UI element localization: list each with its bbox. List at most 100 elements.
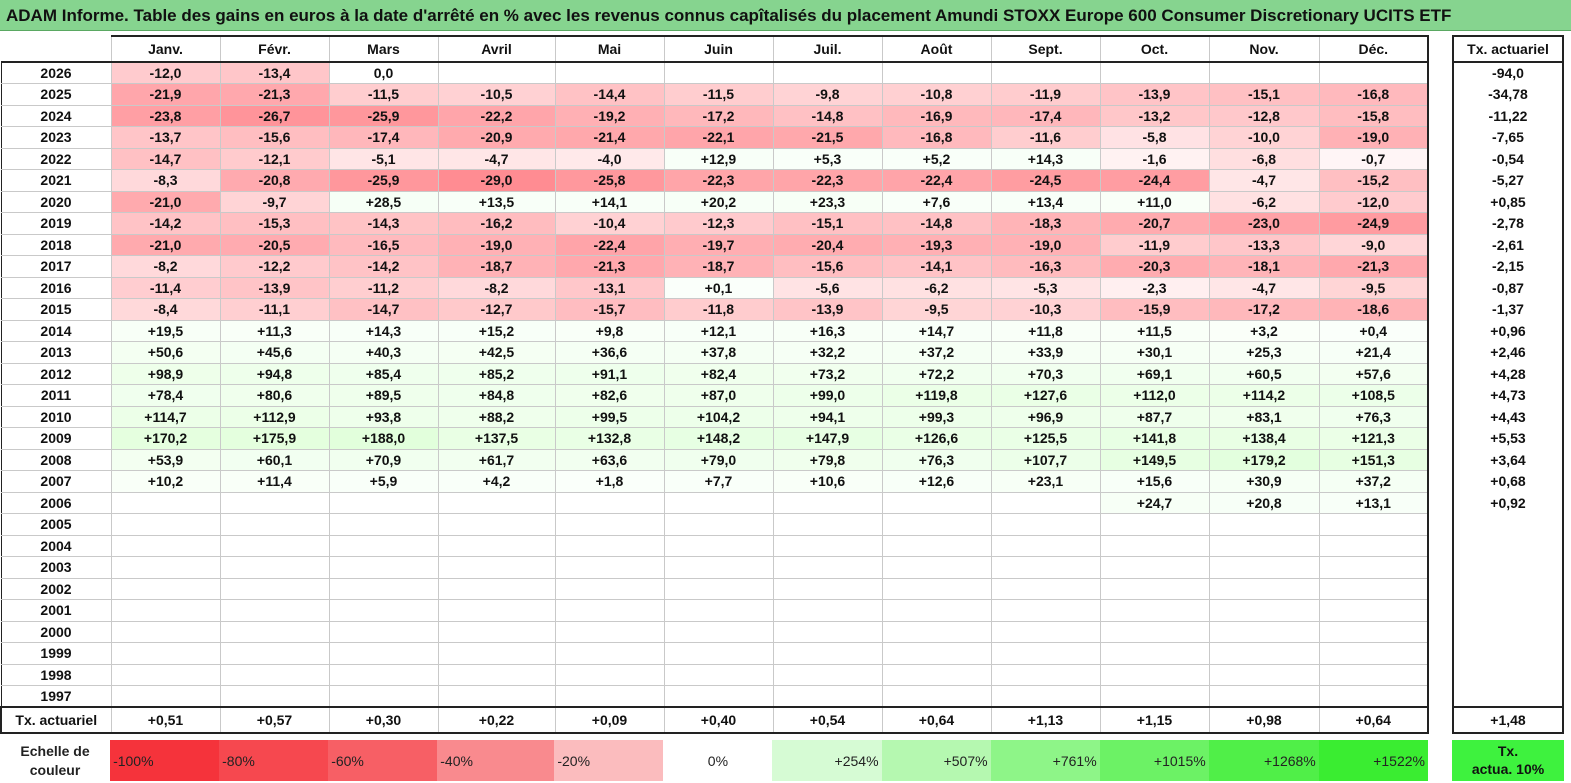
gain-cell: -15,7 — [554, 298, 665, 321]
month-header: Mars — [328, 35, 439, 63]
gain-cell — [328, 556, 439, 579]
gain-cell — [1208, 599, 1320, 622]
table-row: 2026 -12,0 -13,4 0,0 — [0, 62, 1429, 84]
color-scale-swatch: +1015% — [1099, 740, 1209, 781]
gain-cell — [772, 621, 883, 643]
gain-cell — [772, 62, 883, 84]
year-label: 2018 — [0, 234, 112, 256]
table-row: 2017 -8,2 -12,2 -14,2 -18,7 -21,3 -18,7 -15,6 -1… — [0, 255, 1429, 278]
annual-rate-row: +5,53 — [1452, 427, 1564, 449]
gain-cell: -21,3 — [554, 255, 665, 278]
gain-cell: -22,3 — [663, 169, 774, 192]
annual-rate-row — [1452, 535, 1564, 557]
gain-cell — [1318, 664, 1429, 686]
gain-cell — [437, 513, 556, 536]
gain-cell: -11,5 — [663, 83, 774, 106]
gain-cell: +147,9 — [772, 427, 883, 450]
year-label: 2023 — [0, 126, 112, 149]
gain-cell: -4,7 — [1208, 169, 1320, 192]
annual-rate-cell: +0,96 — [1452, 320, 1564, 342]
gain-cell: -21,0 — [110, 191, 221, 213]
gain-cell: +7,6 — [881, 191, 992, 213]
annual-rate-cell: +0,85 — [1452, 191, 1564, 213]
gain-cell: +82,4 — [663, 363, 774, 385]
table-row: 2025 -21,9 -21,3 -11,5 -10,5 -14,4 -11,5 -9,8 -1… — [0, 83, 1429, 106]
gain-cell: -23,8 — [110, 105, 221, 127]
month-header: Nov. — [1208, 35, 1320, 63]
table-row: 2009 +170,2 +175,9 +188,0 +137,5 +132,8 +148,2… — [0, 427, 1429, 450]
gain-cell: +16,3 — [772, 320, 883, 342]
annual-rate-key-line1: Tx. — [1497, 743, 1519, 759]
gain-cell: +14,1 — [554, 191, 665, 213]
gain-cell: -13,4 — [219, 62, 330, 84]
year-label: 2006 — [0, 492, 112, 514]
gain-cell — [219, 621, 330, 643]
table-row: 2004 — [0, 535, 1429, 557]
gain-cell — [881, 621, 992, 643]
gain-cell: +76,3 — [881, 449, 992, 471]
gain-cell: -5,1 — [328, 148, 439, 170]
gain-cell: -19,2 — [554, 105, 665, 127]
gain-cell — [1318, 556, 1429, 579]
gain-cell — [219, 685, 330, 708]
gain-cell: -9,0 — [1318, 234, 1429, 256]
year-label: 2016 — [0, 277, 112, 299]
annual-rate-cell — [1452, 513, 1564, 535]
gain-cell: +98,9 — [110, 363, 221, 385]
gain-cell — [772, 578, 883, 600]
month-header: Mai — [554, 35, 665, 63]
annual-rate-cell: -2,78 — [1452, 212, 1564, 234]
gain-cell — [881, 664, 992, 686]
gain-cell: -21,4 — [554, 126, 665, 149]
gain-cell — [554, 685, 665, 708]
gain-cell: -17,2 — [663, 105, 774, 127]
gain-cell: -11,2 — [328, 277, 439, 299]
gain-cell: -5,3 — [990, 277, 1101, 299]
gain-cell: +132,8 — [554, 427, 665, 450]
gain-cell — [881, 513, 992, 536]
annual-rate-row: -1,37 — [1452, 298, 1564, 320]
gain-cell: +30,9 — [1208, 470, 1320, 493]
gain-cell: +63,6 — [554, 449, 665, 471]
annual-rate-row: +2,46 — [1452, 341, 1564, 363]
gain-cell: +79,8 — [772, 449, 883, 471]
year-label: 2019 — [0, 212, 112, 235]
gain-cell: -25,9 — [328, 169, 439, 192]
annual-rate-row — [1452, 556, 1564, 578]
gain-cell: -17,2 — [1208, 298, 1320, 321]
annual-rate-cell: -94,0 — [1452, 62, 1564, 84]
month-header: Févr. — [219, 35, 330, 63]
gain-cell: -11,1 — [219, 298, 330, 321]
gain-cell: +53,9 — [110, 449, 221, 471]
gain-cell — [437, 621, 556, 643]
color-scale-swatch: +254% — [772, 740, 882, 781]
gain-cell: +70,9 — [328, 449, 439, 471]
gain-cell: +11,0 — [1099, 191, 1210, 213]
gain-cell — [1099, 685, 1210, 708]
gain-cell: -14,7 — [328, 298, 439, 321]
gain-cell: -9,8 — [772, 83, 883, 106]
gain-cell — [437, 556, 556, 579]
annual-rate-cell: +3,64 — [1452, 449, 1564, 471]
gain-cell — [772, 642, 883, 665]
gain-cell: +85,2 — [437, 363, 556, 385]
gain-cell: +87,7 — [1099, 406, 1210, 428]
gain-cell — [437, 62, 556, 84]
gain-cell — [110, 685, 221, 708]
gain-cell: +20,8 — [1208, 492, 1320, 514]
monthly-gains-table: Janv. Févr. Mars Avril Mai Juin Juil. Août Sept.… — [0, 35, 1429, 734]
color-scale-swatch: 0% — [663, 740, 773, 781]
gain-cell — [663, 492, 774, 514]
gain-cell: -14,1 — [881, 255, 992, 278]
month-header: Sept. — [990, 35, 1101, 63]
footer-rate-cell: +0,54 — [772, 706, 883, 734]
gain-cell — [881, 642, 992, 665]
gain-cell — [772, 664, 883, 686]
gain-cell — [554, 664, 665, 686]
annual-rate-cell: +4,28 — [1452, 363, 1564, 385]
year-label: 2007 — [0, 470, 112, 493]
gain-cell: +3,2 — [1208, 320, 1320, 342]
gain-cell: -16,5 — [328, 234, 439, 256]
gain-cell — [1208, 556, 1320, 579]
gain-cell — [1318, 513, 1429, 536]
